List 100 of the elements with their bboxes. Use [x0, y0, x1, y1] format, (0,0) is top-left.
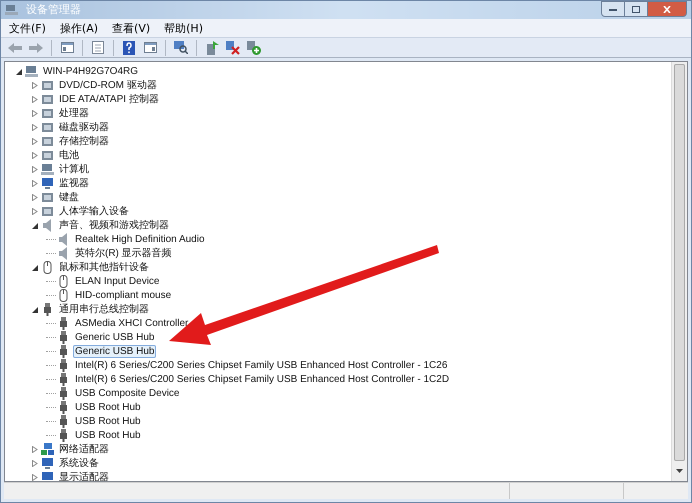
- collapsed-triangle-icon[interactable]: [32, 446, 38, 452]
- tree-item[interactable]: ASMedia XHCI Controller: [73, 316, 190, 330]
- mouse-icon: [57, 274, 70, 288]
- collapsed-triangle-icon[interactable]: [32, 110, 38, 116]
- usb-plug-icon: [57, 344, 70, 358]
- computer-icon: [25, 64, 38, 78]
- monitor-icon: [41, 470, 54, 481]
- usb-plug-icon: [57, 400, 70, 414]
- collapsed-triangle-icon[interactable]: [32, 460, 38, 466]
- close-icon: [663, 6, 671, 12]
- tree-item[interactable]: WIN-P4H92G7O4RG: [41, 64, 140, 78]
- tree-item[interactable]: Generic USB Hub: [73, 330, 156, 344]
- tree-item[interactable]: 网络适配器: [57, 442, 111, 456]
- expanded-triangle-icon[interactable]: [32, 264, 38, 270]
- device-icon: [41, 120, 54, 134]
- tree-item[interactable]: 通用串行总线控制器: [57, 302, 151, 316]
- tree-item[interactable]: 英特尔(R) 显示器音频: [73, 246, 174, 260]
- tree-item[interactable]: USB Composite Device: [73, 386, 182, 400]
- back-arrow-icon: [8, 42, 22, 52]
- monitor-icon: [41, 456, 54, 470]
- tree-item[interactable]: 存储控制器: [57, 134, 111, 148]
- tree-item[interactable]: 系统设备: [57, 456, 101, 470]
- scrollbar[interactable]: [671, 62, 687, 481]
- tree-item[interactable]: 显示适配器: [57, 470, 111, 481]
- uninstall-button[interactable]: [224, 38, 242, 56]
- maximize-button[interactable]: [625, 1, 647, 17]
- usb-plug-icon: [57, 330, 70, 344]
- close-button[interactable]: [647, 1, 687, 17]
- tree-item[interactable]: 电池: [57, 148, 81, 162]
- tree-item[interactable]: USB Root Hub: [73, 400, 143, 414]
- collapsed-triangle-icon[interactable]: [32, 180, 38, 186]
- expanded-triangle-icon[interactable]: [32, 306, 38, 312]
- device-icon: [41, 106, 54, 120]
- tree-item[interactable]: Realtek High Definition Audio: [73, 232, 207, 246]
- menu-item[interactable]: 文件(F): [9, 22, 46, 34]
- expanded-triangle-icon[interactable]: [32, 222, 38, 228]
- collapsed-triangle-icon[interactable]: [32, 208, 38, 214]
- device-icon: [41, 148, 54, 162]
- usb-plug-icon: [57, 372, 70, 386]
- device-arrow-icon: [206, 40, 218, 54]
- tree-item[interactable]: 键盘: [57, 190, 81, 204]
- speaker-icon: [41, 218, 54, 232]
- tree-item[interactable]: 计算机: [57, 162, 91, 176]
- window-panel-icon: [144, 42, 156, 53]
- usb-plug-icon: [41, 302, 54, 316]
- collapsed-triangle-icon[interactable]: [32, 166, 38, 172]
- collapsed-triangle-icon[interactable]: [32, 194, 38, 200]
- maximize-icon: [632, 6, 640, 12]
- tree-item[interactable]: 磁盘驱动器: [57, 120, 111, 134]
- tree-item[interactable]: 监视器: [57, 176, 91, 190]
- usb-plug-icon: [57, 428, 70, 442]
- tree-item[interactable]: 鼠标和其他指针设备: [57, 260, 151, 274]
- tree-item[interactable]: ELAN Input Device: [73, 274, 162, 288]
- menu-item[interactable]: 帮助(H): [164, 22, 203, 34]
- device-cross-icon: [226, 40, 240, 54]
- device-icon: [41, 92, 54, 106]
- tree-item[interactable]: USB Root Hub: [73, 414, 143, 428]
- help-button[interactable]: [120, 38, 138, 56]
- collapsed-triangle-icon[interactable]: [32, 124, 38, 130]
- network-icon: [41, 442, 54, 456]
- forward-arrow-icon: [29, 42, 43, 52]
- tree-item[interactable]: Generic USB Hub: [73, 344, 156, 358]
- speaker-icon: [57, 232, 70, 246]
- tree-item[interactable]: DVD/CD-ROM 驱动器: [57, 78, 159, 92]
- device-plus-icon: [247, 40, 261, 54]
- minimize-button[interactable]: [601, 1, 625, 17]
- scan-button[interactable]: [172, 38, 190, 56]
- usb-plug-icon: [57, 358, 70, 372]
- help-icon: [123, 40, 135, 54]
- scrollbar-thumb[interactable]: [674, 64, 685, 461]
- device-icon: [41, 190, 54, 204]
- window-title: 设备管理器: [26, 2, 81, 18]
- tree-item[interactable]: IDE ATA/ATAPI 控制器: [57, 92, 161, 106]
- device-icon: [41, 78, 54, 92]
- scroll-down-icon: [676, 469, 683, 473]
- collapsed-triangle-icon[interactable]: [32, 138, 38, 144]
- device-icon: [41, 204, 54, 218]
- mouse-icon: [41, 260, 54, 274]
- tree-item[interactable]: HID-compliant mouse: [73, 288, 174, 302]
- window-panel-icon: [60, 42, 74, 53]
- tree-item[interactable]: 处理器: [57, 106, 91, 120]
- enable-button[interactable]: [245, 38, 263, 56]
- minimize-icon: [609, 8, 617, 10]
- collapsed-triangle-icon[interactable]: [32, 474, 38, 480]
- tree-item[interactable]: 人体学输入设备: [57, 204, 131, 218]
- collapsed-triangle-icon[interactable]: [32, 82, 38, 88]
- expanded-triangle-icon[interactable]: [16, 68, 22, 74]
- tree-item[interactable]: USB Root Hub: [73, 428, 143, 442]
- menu-item[interactable]: 操作(A): [60, 22, 98, 34]
- mouse-icon: [57, 288, 70, 302]
- properties-button[interactable]: [89, 38, 107, 56]
- app-icon: [5, 4, 18, 16]
- usb-plug-icon: [57, 316, 70, 330]
- menu-item[interactable]: 查看(V): [112, 22, 150, 34]
- collapsed-triangle-icon[interactable]: [32, 152, 38, 158]
- tree-item[interactable]: Intel(R) 6 Series/C200 Series Chipset Family USB Enhanced Host Controller - 1C2D: [73, 372, 452, 386]
- tree-item[interactable]: 声音、视频和游戏控制器: [57, 218, 171, 232]
- speaker-icon: [57, 246, 70, 260]
- tree-item[interactable]: Intel(R) 6 Series/C200 Series Chipset Family USB Enhanced Host Controller - 1C26: [73, 358, 450, 372]
- collapsed-triangle-icon[interactable]: [32, 96, 38, 102]
